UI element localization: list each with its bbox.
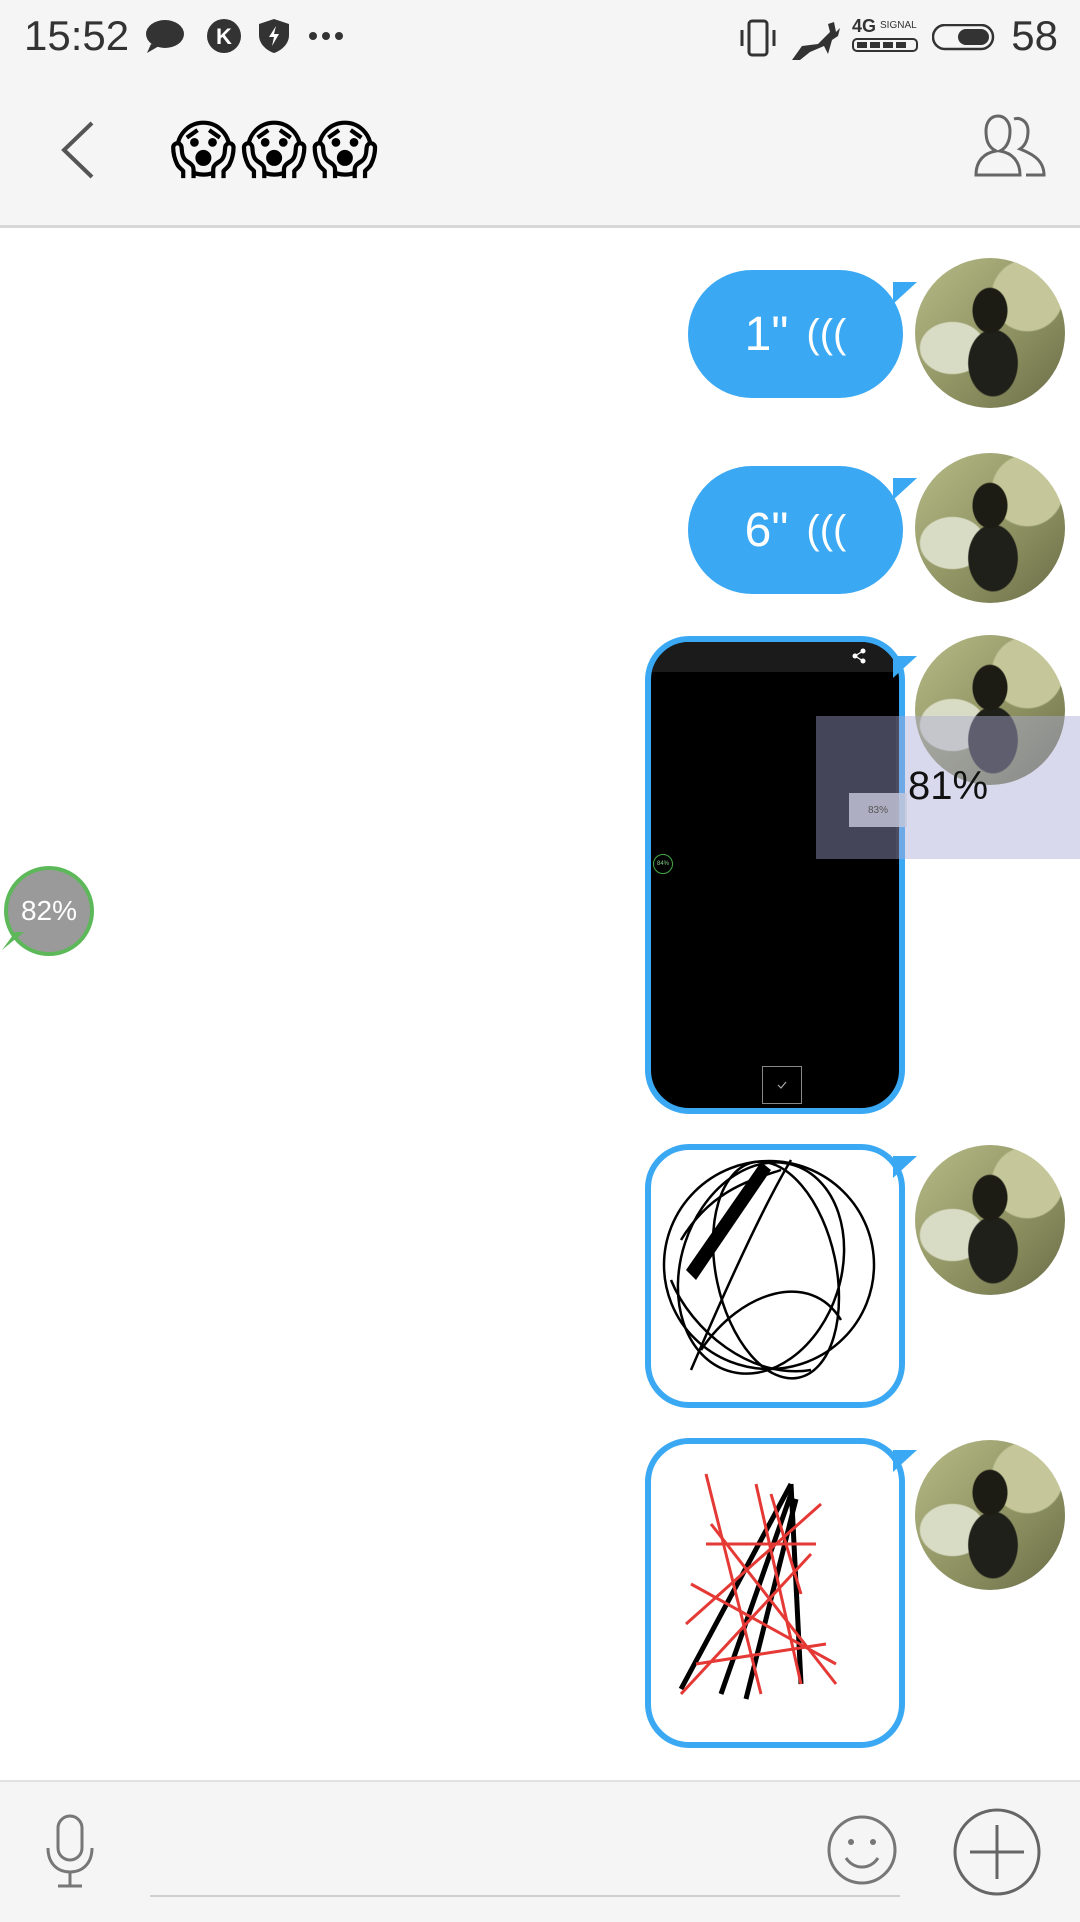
screenshot-progress-label: 84% (656, 861, 669, 867)
upload-progress-indicator: 82% (4, 866, 94, 956)
black-scribble-image (662, 1159, 876, 1380)
input-bar (0, 1780, 1080, 1922)
signal-indicator: 4G SIGNAL (852, 16, 918, 56)
voice-wave-icon: ((( (806, 507, 847, 552)
red-black-scribble-image (678, 1473, 838, 1700)
group-members-button[interactable] (970, 113, 1050, 183)
overlay-inner-progress: 83% (849, 793, 907, 827)
voice-wave-icon: ((( (806, 311, 847, 356)
message-input[interactable] (150, 1895, 900, 1897)
more-icon (309, 32, 343, 40)
status-bar: 15:52 K 4G SIGNAL 58 (0, 0, 1080, 75)
voice-message[interactable]: 1" ((( (688, 270, 903, 398)
add-attachment-button[interactable] (952, 1807, 1042, 1897)
shield-icon (259, 19, 289, 53)
deer-icon (792, 22, 840, 60)
back-button[interactable] (50, 115, 110, 185)
bubble-tail (893, 282, 917, 304)
bubble-tail (893, 478, 917, 500)
svg-text:K: K (216, 24, 232, 49)
image-message-scribble[interactable] (645, 1144, 905, 1408)
check-icon (777, 1081, 787, 1089)
screenshot-check-box (762, 1066, 802, 1104)
share-icon (852, 648, 866, 664)
upload-progress-overlay: 83% 81% (816, 716, 1080, 859)
overlay-inner-label: 83% (867, 804, 888, 816)
overlay-dark-region (816, 716, 896, 859)
voice-input-button[interactable] (40, 1812, 100, 1892)
voice-duration: 1" (744, 307, 789, 361)
network-label: 4G (852, 16, 877, 36)
avatar[interactable] (915, 258, 1065, 408)
avatar[interactable] (915, 1440, 1065, 1590)
bubble-tail (893, 1450, 917, 1472)
avatar[interactable] (915, 453, 1065, 603)
emoji-button[interactable] (826, 1814, 898, 1886)
image-message-scribble[interactable] (645, 1438, 905, 1748)
message-icon (146, 20, 184, 53)
battery-level: 58 (1011, 12, 1058, 59)
screenshot-progress: 84% (653, 854, 673, 874)
chat-area[interactable]: 1" ((( 6" ((( 84% 82% 83% 81% (0, 228, 1080, 1780)
battery-icon (932, 24, 995, 51)
image-message-screenshot[interactable]: 84% (645, 636, 905, 1114)
overlay-progress-label: 81% (908, 764, 989, 808)
bubble-tail (893, 1156, 917, 1178)
signal-label: SIGNAL (880, 20, 917, 31)
k-app-icon: K (207, 19, 241, 53)
status-time: 15:52 (24, 12, 130, 59)
voice-duration: 6" (744, 503, 789, 557)
voice-message[interactable]: 6" ((( (688, 466, 903, 594)
avatar[interactable] (915, 1145, 1065, 1295)
vibrate-icon (740, 19, 776, 57)
chat-title: 😱😱😱 (170, 114, 383, 186)
signal-bars-icon (852, 38, 918, 52)
upload-progress-label: 82% (20, 895, 78, 926)
bubble-tail (893, 656, 917, 678)
chat-header: 😱😱😱 (0, 75, 1080, 228)
